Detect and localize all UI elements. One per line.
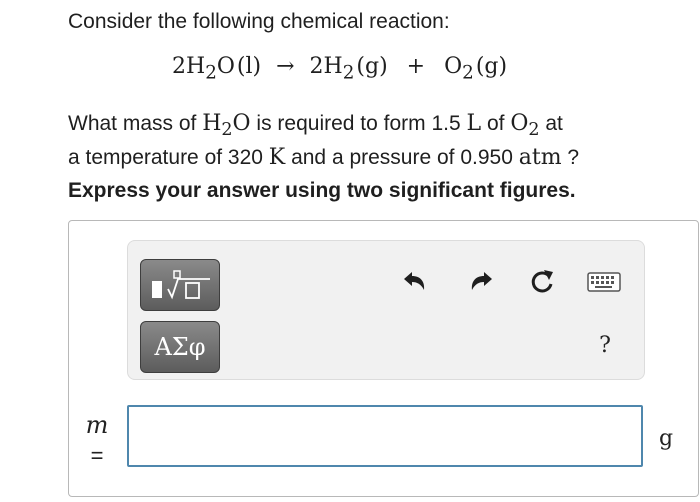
variable-label: m <box>85 411 109 439</box>
templates-icon <box>152 270 210 300</box>
answer-instruction: Express your answer using two significan… <box>68 179 576 202</box>
equals-sign: = <box>90 443 104 468</box>
question-intro: Consider the following chemical reaction… <box>68 10 450 33</box>
keyboard-button[interactable] <box>584 264 624 300</box>
templates-button[interactable] <box>140 259 220 311</box>
math-toolbar: ΑΣφ ? <box>127 240 645 380</box>
answer-panel: ΑΣφ ? m = g <box>68 220 699 497</box>
reset-button[interactable] <box>522 264 562 300</box>
undo-icon <box>404 272 425 290</box>
question-line-2: a temperature of 320 K and a pressure of… <box>68 145 580 171</box>
keyboard-icon <box>587 272 621 292</box>
product-o2: O2(g) <box>444 54 508 84</box>
product-h2: 2H2(g) <box>309 54 388 84</box>
help-button[interactable]: ? <box>590 327 620 363</box>
symbols-button[interactable]: ΑΣφ <box>140 321 220 373</box>
unit-label: g <box>659 426 674 451</box>
question-body: What mass of H2O is required to form 1.5… <box>68 110 579 172</box>
question-line-1: What mass of H2O is required to form 1.5… <box>68 111 563 141</box>
redo-button[interactable] <box>460 264 500 300</box>
plus-sign: + <box>406 54 426 79</box>
chemical-equation: 2H2O(l) → 2H2(g) + O2(g) <box>172 54 507 83</box>
reactant: 2H2O(l) <box>172 54 262 84</box>
reaction-arrow: → <box>276 54 295 79</box>
redo-icon <box>471 272 492 290</box>
answer-input[interactable] <box>127 405 643 467</box>
reset-icon <box>531 270 553 293</box>
undo-button[interactable] <box>396 264 436 300</box>
